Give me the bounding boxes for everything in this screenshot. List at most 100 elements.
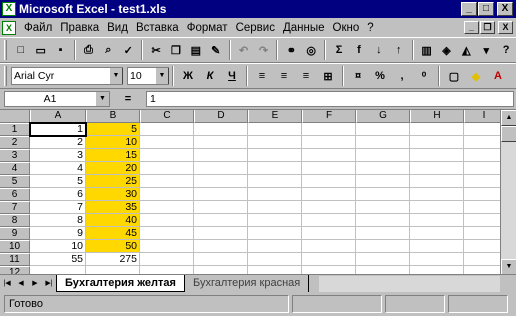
comma-icon[interactable]: , [391, 65, 413, 87]
cell-e8[interactable] [248, 214, 302, 227]
cell-g7[interactable] [356, 201, 410, 214]
cell-c11[interactable] [140, 253, 194, 266]
cell-b1[interactable]: 5 [86, 123, 140, 136]
minimize-button[interactable]: _ [461, 2, 477, 16]
column-header-i[interactable]: I [464, 110, 504, 123]
cell-a1[interactable]: 1 [29, 122, 87, 137]
cell-e2[interactable] [248, 136, 302, 149]
maximize-button[interactable]: □ [478, 2, 494, 16]
cell-i9[interactable] [464, 227, 504, 240]
cell-h12[interactable] [410, 266, 464, 274]
column-header-e[interactable]: E [248, 110, 302, 123]
print-preview-icon[interactable]: ⌕ [98, 39, 118, 61]
cell-a7[interactable]: 7 [30, 201, 86, 214]
cell-e5[interactable] [248, 175, 302, 188]
cell-i4[interactable] [464, 162, 504, 175]
cell-h5[interactable] [410, 175, 464, 188]
cell-g3[interactable] [356, 149, 410, 162]
equals-sign[interactable]: = [110, 93, 146, 105]
cell-b8[interactable]: 40 [86, 214, 140, 227]
font-name-select[interactable]: Arial Cyr ▼ [11, 67, 123, 85]
cell-i5[interactable] [464, 175, 504, 188]
cell-c7[interactable] [140, 201, 194, 214]
cell-f1[interactable] [302, 123, 356, 136]
scroll-thumb[interactable] [501, 126, 516, 142]
cell-d3[interactable] [194, 149, 248, 162]
excel-icon[interactable]: X [2, 2, 16, 16]
cell-a5[interactable]: 5 [30, 175, 86, 188]
align-left-icon[interactable]: ≡ [251, 65, 273, 87]
cell-a6[interactable]: 6 [30, 188, 86, 201]
underline-button[interactable]: Ч [221, 65, 243, 87]
open-icon[interactable]: ▭ [31, 39, 51, 61]
row-header-10[interactable]: 10 [0, 240, 30, 253]
cell-h1[interactable] [410, 123, 464, 136]
column-header-b[interactable]: B [86, 110, 140, 123]
doc-minimize-button[interactable]: _ [464, 21, 479, 34]
menu-edit[interactable]: Правка [56, 22, 103, 34]
cell-g6[interactable] [356, 188, 410, 201]
last-sheet-icon[interactable]: ▶| [42, 277, 56, 291]
save-icon[interactable]: ▪ [51, 39, 71, 61]
toolbar-grip[interactable] [4, 66, 7, 86]
cell-c1[interactable] [140, 123, 194, 136]
cell-g10[interactable] [356, 240, 410, 253]
cell-g9[interactable] [356, 227, 410, 240]
cell-b4[interactable]: 20 [86, 162, 140, 175]
cell-d1[interactable] [194, 123, 248, 136]
column-header-g[interactable]: G [356, 110, 410, 123]
cell-g5[interactable] [356, 175, 410, 188]
sheet-tab-yellow[interactable]: Бухгалтерия желтая [56, 275, 185, 292]
cell-g2[interactable] [356, 136, 410, 149]
italic-button[interactable]: К [199, 65, 221, 87]
cell-h6[interactable] [410, 188, 464, 201]
cell-h10[interactable] [410, 240, 464, 253]
cell-c9[interactable] [140, 227, 194, 240]
row-header-12[interactable]: 12 [0, 266, 30, 274]
cell-f8[interactable] [302, 214, 356, 227]
cell-i3[interactable] [464, 149, 504, 162]
cell-h4[interactable] [410, 162, 464, 175]
merge-center-icon[interactable]: ⊞ [317, 65, 339, 87]
select-all-corner[interactable] [0, 110, 30, 123]
toolbar-grip[interactable] [4, 40, 7, 60]
column-header-c[interactable]: C [140, 110, 194, 123]
fill-color-icon[interactable]: ◆ [465, 65, 487, 87]
copy-icon[interactable]: ❐ [166, 39, 186, 61]
column-header-d[interactable]: D [194, 110, 248, 123]
cell-c2[interactable] [140, 136, 194, 149]
column-header-f[interactable]: F [302, 110, 356, 123]
cell-i7[interactable] [464, 201, 504, 214]
cell-d11[interactable] [194, 253, 248, 266]
new-icon[interactable]: □ [11, 39, 31, 61]
row-header-4[interactable]: 4 [0, 162, 30, 175]
row-header-5[interactable]: 5 [0, 175, 30, 188]
row-header-7[interactable]: 7 [0, 201, 30, 214]
cell-c8[interactable] [140, 214, 194, 227]
row-header-6[interactable]: 6 [0, 188, 30, 201]
cell-h11[interactable] [410, 253, 464, 266]
cell-e1[interactable] [248, 123, 302, 136]
cell-d9[interactable] [194, 227, 248, 240]
cell-a4[interactable]: 4 [30, 162, 86, 175]
cell-b6[interactable]: 30 [86, 188, 140, 201]
cell-g4[interactable] [356, 162, 410, 175]
cell-a2[interactable]: 2 [30, 136, 86, 149]
percent-icon[interactable]: % [369, 65, 391, 87]
increase-decimal-icon[interactable]: ⁰ [413, 65, 435, 87]
cell-f7[interactable] [302, 201, 356, 214]
doc-restore-button[interactable]: ❐ [480, 21, 495, 34]
cell-c3[interactable] [140, 149, 194, 162]
cell-h7[interactable] [410, 201, 464, 214]
cell-g8[interactable] [356, 214, 410, 227]
undo-icon[interactable]: ↶ [234, 39, 254, 61]
cell-i8[interactable] [464, 214, 504, 227]
cell-b11[interactable]: 275 [86, 253, 140, 266]
menu-tools[interactable]: Сервис [232, 22, 279, 34]
cell-i1[interactable] [464, 123, 504, 136]
cell-e3[interactable] [248, 149, 302, 162]
help-icon[interactable]: ? [496, 39, 516, 61]
next-sheet-icon[interactable]: ▶ [28, 277, 42, 291]
row-header-11[interactable]: 11 [0, 253, 30, 266]
bold-button[interactable]: Ж [177, 65, 199, 87]
